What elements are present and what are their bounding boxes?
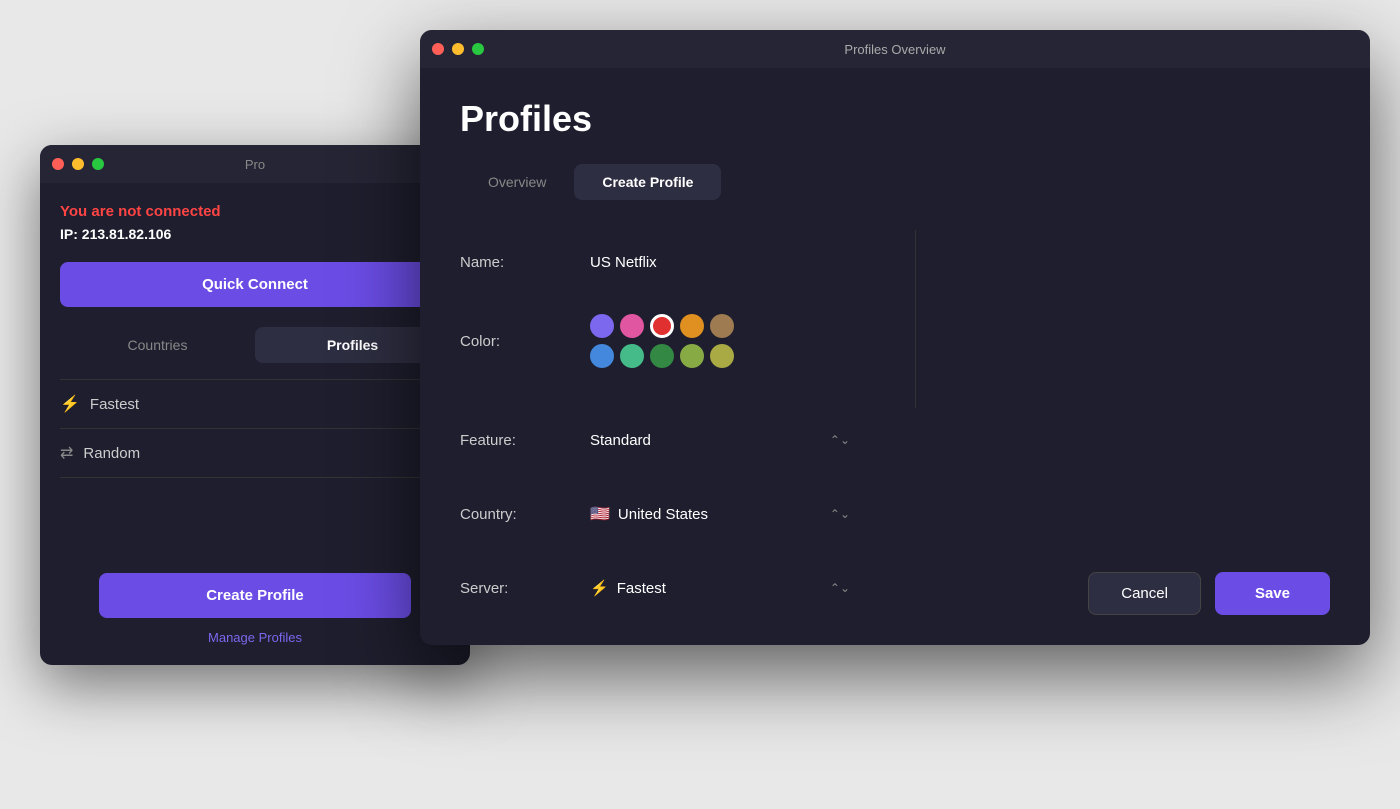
color-dot[interactable] xyxy=(710,344,734,368)
feature-select[interactable]: Standard ⌃⌄ xyxy=(590,432,850,449)
connection-status: You are not connected xyxy=(60,203,450,220)
country-name: United States xyxy=(618,506,708,523)
tab-create-profile[interactable]: Create Profile xyxy=(574,164,721,200)
fg-body: Profiles Overview Create Profile Name: U… xyxy=(420,68,1370,645)
color-dot[interactable] xyxy=(620,314,644,338)
ip-display: IP: 213.81.82.106 xyxy=(60,226,450,242)
fg-tl-minimize[interactable] xyxy=(452,43,464,55)
server-row: Server: ⚡ Fastest ⌃⌄ xyxy=(460,566,895,610)
create-profile-button[interactable]: Create Profile xyxy=(99,573,411,618)
manage-profiles-link[interactable]: Manage Profiles xyxy=(60,630,450,645)
create-profile-section: Create Profile Manage Profiles xyxy=(40,553,470,665)
feature-row: Feature: Standard ⌃⌄ xyxy=(460,418,895,462)
tab-overview[interactable]: Overview xyxy=(460,164,574,200)
fg-tl-close[interactable] xyxy=(432,43,444,55)
bg-titlebar: Pro xyxy=(40,145,470,183)
name-label: Name: xyxy=(460,254,590,271)
color-dot[interactable] xyxy=(590,314,614,338)
name-row: Name: US Netflix xyxy=(460,240,895,284)
form-right-col: Feature: Standard ⌃⌄ Country: 🇺🇸 United … xyxy=(460,408,895,645)
fg-titlebar: Profiles Overview xyxy=(420,30,1370,68)
profile-fastest-label: Fastest xyxy=(90,396,139,413)
vertical-divider xyxy=(915,230,916,408)
country-label: Country: xyxy=(460,506,590,523)
color-dot[interactable] xyxy=(650,314,674,338)
save-button[interactable]: Save xyxy=(1215,572,1330,615)
tl-maximize[interactable] xyxy=(92,158,104,170)
shuffle-icon: ⇄ xyxy=(60,443,73,463)
server-select[interactable]: ⚡ Fastest ⌃⌄ xyxy=(590,579,850,597)
color-dot[interactable] xyxy=(680,314,704,338)
server-label: Server: xyxy=(460,580,590,597)
ip-value: 213.81.82.106 xyxy=(82,226,172,242)
list-item[interactable]: ⇄ Random xyxy=(60,429,450,478)
list-item[interactable]: ⚡ Fastest xyxy=(60,380,450,429)
color-dot[interactable] xyxy=(590,344,614,368)
country-flag: 🇺🇸 xyxy=(590,504,610,524)
server-name: Fastest xyxy=(617,580,666,597)
server-lightning-icon: ⚡ xyxy=(590,579,609,597)
name-value[interactable]: US Netflix xyxy=(590,254,657,271)
lightning-icon: ⚡ xyxy=(60,394,80,414)
bg-window-body: You are not connected IP: 213.81.82.106 … xyxy=(40,183,470,498)
tab-countries[interactable]: Countries xyxy=(60,327,255,363)
country-row: Country: 🇺🇸 United States ⌃⌄ xyxy=(460,492,895,536)
profile-random-label: Random xyxy=(83,445,140,462)
cancel-button[interactable]: Cancel xyxy=(1088,572,1201,615)
quick-connect-button[interactable]: Quick Connect xyxy=(60,262,450,307)
profile-list: ⚡ Fastest ⇄ Random xyxy=(60,379,450,478)
fg-window-title: Profiles Overview xyxy=(844,42,945,57)
feature-value: Standard xyxy=(590,432,651,449)
vpn-protocol-row: VPN Protocol WireGuard ⌃⌄ xyxy=(460,640,895,645)
bg-window-title: Pro xyxy=(245,157,265,172)
server-chevron-icon: ⌃⌄ xyxy=(830,581,850,595)
country-value: 🇺🇸 United States xyxy=(590,504,708,524)
page-title: Profiles xyxy=(460,98,1330,140)
color-row: Color: xyxy=(460,314,895,368)
chevron-updown-icon: ⌃⌄ xyxy=(830,433,850,447)
color-dot[interactable] xyxy=(710,314,734,338)
color-dot[interactable] xyxy=(650,344,674,368)
fg-tl-maximize[interactable] xyxy=(472,43,484,55)
tl-minimize[interactable] xyxy=(72,158,84,170)
ip-label: IP: xyxy=(60,226,78,242)
color-dot[interactable] xyxy=(620,344,644,368)
country-chevron-icon: ⌃⌄ xyxy=(830,507,850,521)
color-picker xyxy=(590,314,734,368)
bg-vpn-window: Pro You are not connected IP: 213.81.82.… xyxy=(40,145,470,665)
form-actions: Cancel Save xyxy=(1088,572,1330,615)
feature-label: Feature: xyxy=(460,432,590,449)
fg-profiles-window: Profiles Overview Profiles Overview Crea… xyxy=(420,30,1370,645)
tl-close[interactable] xyxy=(52,158,64,170)
server-value: ⚡ Fastest xyxy=(590,579,666,597)
country-select[interactable]: 🇺🇸 United States ⌃⌄ xyxy=(590,504,850,524)
color-dot[interactable] xyxy=(680,344,704,368)
fg-tabs: Overview Create Profile xyxy=(460,164,1330,200)
main-tabs: Countries Profiles xyxy=(60,327,450,363)
form-left-col: Name: US Netflix Color: xyxy=(460,230,895,408)
color-label: Color: xyxy=(460,333,590,350)
